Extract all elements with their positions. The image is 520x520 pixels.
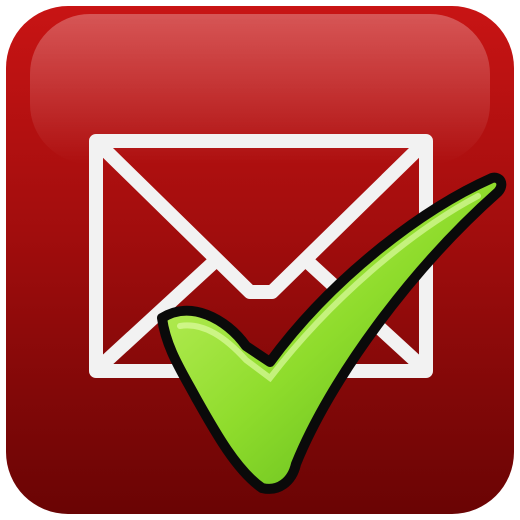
icon-canvas [6, 6, 514, 514]
mail-checked-icon [0, 0, 520, 520]
